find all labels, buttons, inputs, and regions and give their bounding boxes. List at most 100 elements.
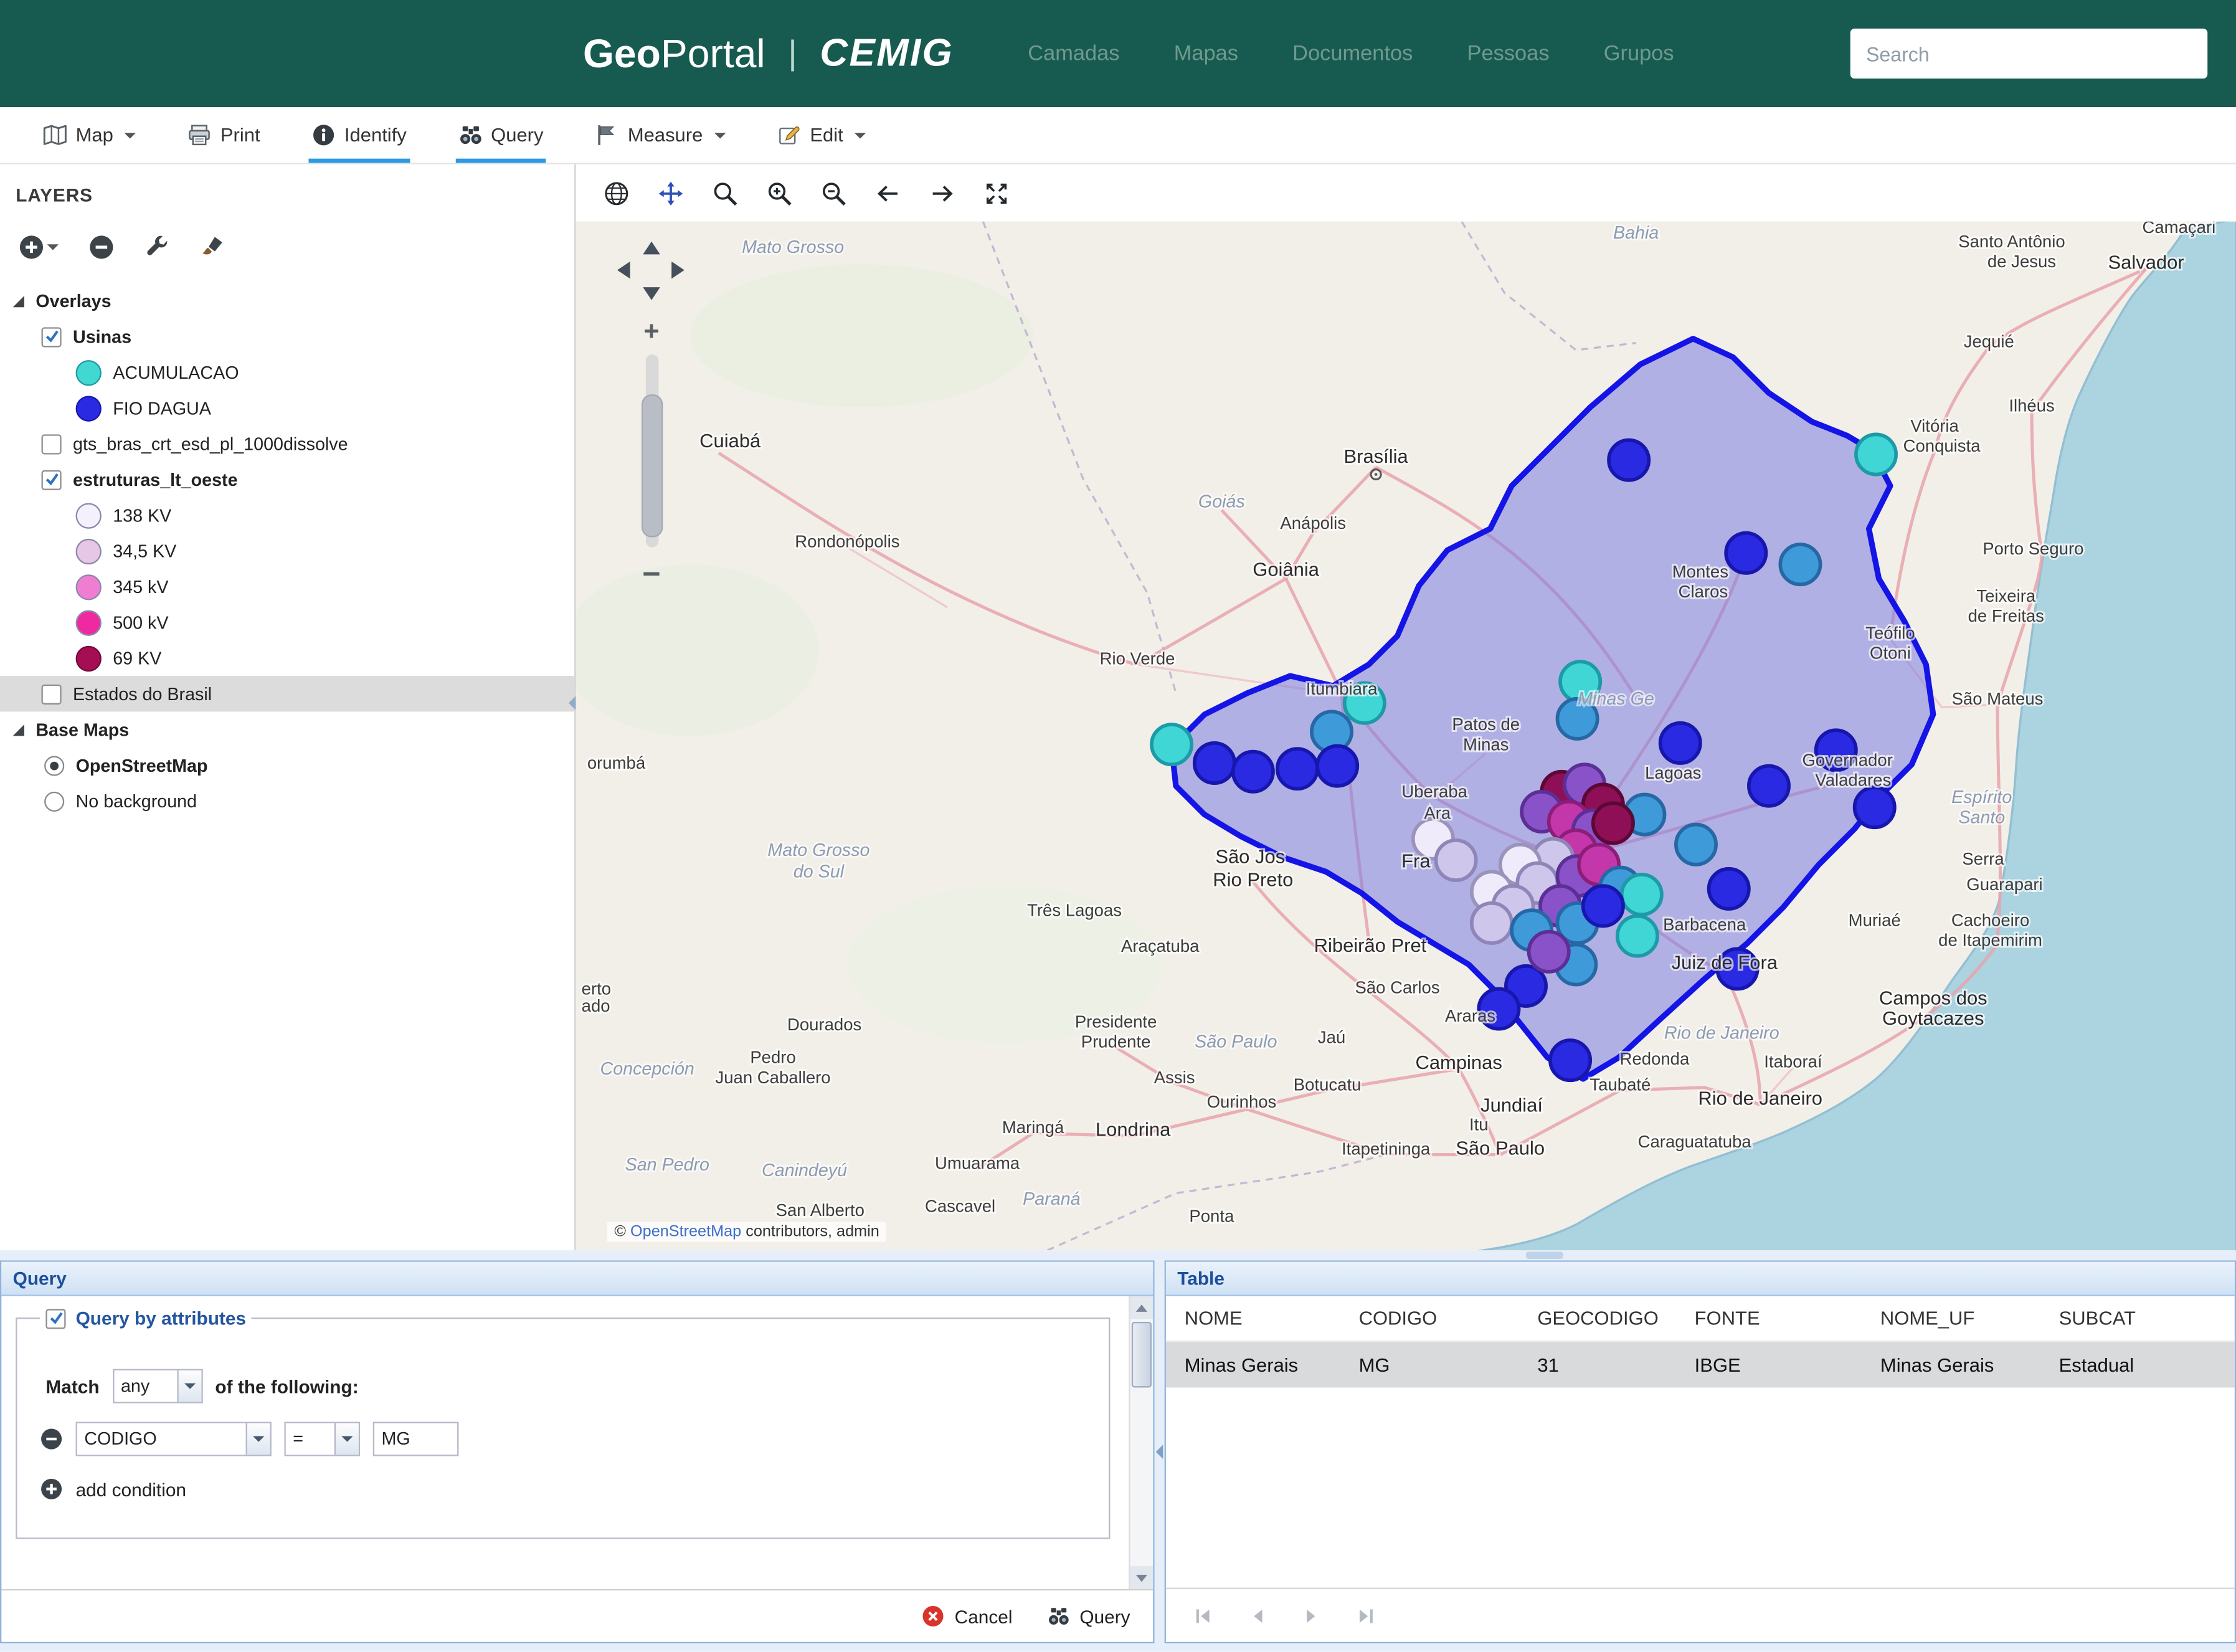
column-header-subcat[interactable]: SUBCAT [2040,1308,2235,1329]
cancel-button[interactable]: Cancel [922,1605,1013,1628]
chevron-down-icon[interactable] [246,1423,270,1455]
previous-extent-button[interactable] [870,174,906,212]
condition-operator-select[interactable] [285,1422,361,1456]
pan-down-button[interactable] [643,287,660,300]
toolbar-print-button[interactable]: Print [185,107,263,163]
layer-item-usinas[interactable]: Usinas [0,319,574,354]
remove-layer-button[interactable] [88,234,114,260]
map-marker-blue[interactable] [1583,886,1623,926]
map-marker-cyan[interactable] [1152,724,1191,764]
radio-button[interactable] [44,755,64,775]
map-marker-blue[interactable] [1609,440,1649,480]
table-panel-header[interactable]: Table [1166,1262,2235,1296]
toolbar-measure-button[interactable]: Measure [592,107,728,163]
column-header-codigo[interactable]: CODIGO [1340,1308,1519,1329]
pager-prev-button[interactable] [1246,1604,1269,1627]
map-marker-blue[interactable] [1660,723,1700,763]
zoom-out-button[interactable] [816,174,851,212]
match-type-select[interactable] [112,1369,202,1403]
next-extent-button[interactable] [924,174,960,212]
collapse-panel-handle[interactable] [569,696,576,710]
zoom-slider-track[interactable] [645,354,658,548]
column-header-nome[interactable]: NOME [1166,1308,1340,1329]
nav-link-documentos[interactable]: Documentos [1292,42,1413,66]
chevron-down-icon[interactable] [176,1370,201,1402]
horizontal-splitter[interactable] [0,1250,2236,1260]
map-marker-blue[interactable] [1277,749,1317,789]
max-extent-button[interactable] [978,174,1014,212]
zoom-in-button[interactable] [762,174,797,212]
pan-up-button[interactable] [643,242,660,255]
toolbar-map-button[interactable]: Map [40,107,139,163]
openstreetmap-link[interactable]: OpenStreetMap [630,1223,741,1241]
map-marker-cyan[interactable] [1618,916,1657,956]
zoom-slider-thumb[interactable] [641,394,662,537]
query-scrollbar[interactable] [1129,1296,1153,1589]
layer-style-button[interactable] [200,234,225,260]
column-header-geocodigo[interactable]: GEOCODIGO [1519,1308,1676,1329]
column-header-nome-uf[interactable]: NOME_UF [1862,1308,2040,1329]
map-marker-blue[interactable] [1195,743,1234,783]
vertical-splitter[interactable] [1155,1260,1165,1643]
scroll-down-button[interactable] [1130,1566,1154,1589]
chevron-down-icon[interactable] [334,1423,359,1455]
match-type-value[interactable] [114,1370,177,1402]
layer-settings-button[interactable] [144,234,170,260]
map-marker-blue[interactable] [1855,787,1895,827]
search-input[interactable] [1850,29,2208,78]
pager-first-button[interactable] [1191,1604,1215,1627]
map-marker-sky[interactable] [1676,825,1716,865]
layer-checkbox[interactable] [42,434,62,453]
tree-folder-overlays[interactable]: Overlays [0,283,574,318]
nav-link-grupos[interactable]: Grupos [1604,42,1674,66]
layer-checkbox[interactable] [42,684,62,704]
radio-button[interactable] [44,791,64,811]
map-marker-darkred[interactable] [1593,803,1633,843]
map-marker-purple[interactable] [1529,932,1569,972]
map-marker-lavender[interactable] [1436,840,1476,880]
condition-field-value[interactable] [77,1423,246,1455]
tree-folder-base-maps[interactable]: Base Maps [0,711,574,747]
toolbar-edit-button[interactable]: Edit [774,107,869,163]
scroll-up-button[interactable] [1130,1296,1154,1319]
add-layer-button[interactable] [19,234,59,260]
pan-right-button[interactable] [671,262,685,279]
layer-item-estados-do-brasil[interactable]: Estados do Brasil [0,676,574,711]
map-marker-cyan[interactable] [1856,434,1896,474]
map-marker-lavender[interactable] [1472,903,1512,943]
splitter-grip[interactable] [1526,1252,1563,1259]
layer-checkbox[interactable] [42,326,62,346]
pager-next-button[interactable] [1300,1604,1324,1627]
scroll-thumb[interactable] [1132,1322,1152,1388]
pager-last-button[interactable] [1355,1604,1378,1627]
map-marker-blue[interactable] [1233,752,1273,792]
layer-item-estruturas-lt-oeste[interactable]: estruturas_lt_oeste [0,462,574,497]
map-marker-blue[interactable] [1709,869,1749,909]
map-marker-blue[interactable] [1550,1040,1590,1080]
nav-link-camadas[interactable]: Camadas [1028,42,1119,66]
add-condition-button[interactable]: add condition [40,1478,240,1501]
map-marker-blue[interactable] [1726,533,1766,573]
map-marker-cyan[interactable] [1622,875,1662,914]
map-marker-blue[interactable] [1317,746,1357,786]
map-marker-blue[interactable] [1749,766,1789,806]
basemap-item-no-background[interactable]: No background [0,783,574,819]
toolbar-identify-button[interactable]: Identify [309,107,410,163]
zoom-out-minus-button[interactable]: − [642,559,660,590]
zoom-box-button[interactable] [708,174,743,212]
map-marker-sky[interactable] [1780,544,1820,584]
table-row[interactable]: Minas GeraisMG31IBGEMinas GeraisEstadual [1166,1342,2235,1387]
layer-item-gts-bras-crt-esd-pl-1000dissolve[interactable]: gts_bras_crt_esd_pl_1000dissolve [0,426,574,462]
pan-button[interactable] [653,174,688,212]
remove-condition-button[interactable] [40,1428,63,1451]
condition-operator-value[interactable] [286,1423,334,1455]
toolbar-query-button[interactable]: Query [455,107,546,163]
query-panel-header[interactable]: Query [1,1262,1153,1296]
condition-value-input[interactable] [373,1422,459,1456]
zoom-in-plus-button[interactable]: + [643,319,659,346]
pan-left-button[interactable] [617,262,630,279]
layer-checkbox[interactable] [42,470,62,490]
globe-button[interactable] [599,174,634,212]
basemap-item-openstreetmap[interactable]: OpenStreetMap [0,748,574,783]
column-header-fonte[interactable]: FONTE [1676,1308,1862,1329]
